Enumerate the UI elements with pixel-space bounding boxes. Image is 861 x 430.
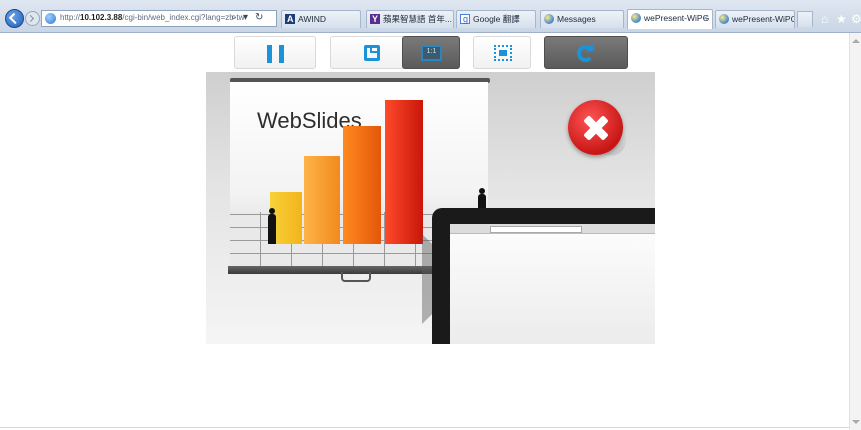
pause-icon [267,45,272,63]
tab-close-icon[interactable]: × [703,10,708,26]
google-translate-icon [460,11,470,27]
page-scrollbar[interactable] [849,33,861,430]
ratio-icon: 1:1 [421,45,442,61]
screen-preview: WebSlides [206,72,655,344]
tablet-device [432,208,655,344]
refresh-icon [577,45,594,62]
ie-icon [719,14,729,24]
pause-icon-bar [279,45,284,63]
awind-icon [285,11,295,27]
tab-label: wePresent-WiPG [732,14,795,24]
favorites-star-icon[interactable]: ★ [836,13,847,25]
pause-button[interactable] [234,36,316,69]
new-tab-button[interactable] [797,11,813,27]
home-icon[interactable]: ⌂ [821,13,828,25]
close-badge-icon[interactable] [568,100,623,155]
search-icon[interactable]: ⌕ [231,11,237,24]
businessman-figure [268,208,276,244]
chart-bar [304,156,340,244]
tab-wepresent-active[interactable]: wePresent-WiPG × [627,9,713,29]
address-refresh-icon[interactable]: ↻ [255,11,263,24]
dropdown-icon[interactable]: ▾ [243,11,248,24]
tab-label: Messages [557,14,596,24]
tab-wepresent[interactable]: wePresent-WiPG [715,10,795,28]
yahoo-icon [370,11,380,27]
tablet-screen [450,224,655,344]
page-bottom-divider [0,427,849,428]
ie-icon [544,14,554,24]
ratio-button[interactable]: 1:1 [402,36,460,69]
address-bar[interactable]: http://10.102.3.88/cgi-bin/web_index.cgi… [41,10,277,27]
ratio-label: 1:1 [426,48,437,55]
tab-label: AWIND [298,14,327,24]
ie-icon [631,13,641,23]
save-icon [364,45,380,61]
tablet-browser-bar [450,224,655,234]
projector-pull-handle [341,272,371,282]
tab-awind[interactable]: AWIND [281,10,361,28]
scroll-up-arrow-icon[interactable] [852,39,860,43]
tab-label: 蘋果智慧語 首年... [383,14,452,24]
settings-gear-icon[interactable]: ⚙ [851,13,861,25]
scroll-down-arrow-icon[interactable] [852,420,860,424]
tab-yahoo[interactable]: 蘋果智慧語 首年... [366,10,454,28]
save-button[interactable] [330,36,412,69]
fullscreen-button[interactable] [473,36,531,69]
chart-bar [385,100,423,244]
page-ie-icon [45,13,56,24]
refresh-button[interactable] [544,36,628,69]
tab-messages[interactable]: Messages [540,10,624,28]
tab-label: Google 翻譯 [473,14,520,24]
back-arrow-icon[interactable] [5,9,24,28]
chart-bar [343,126,381,244]
fullscreen-icon [494,45,512,61]
browser-chrome: http://10.102.3.88/cgi-bin/web_index.cgi… [0,0,861,33]
forward-arrow-icon[interactable] [25,11,40,26]
url-text[interactable]: http://10.102.3.88/cgi-bin/web_index.cgi… [60,13,244,22]
tablet-url-field [490,226,582,233]
tab-google-translate[interactable]: Google 翻譯 [456,10,536,28]
